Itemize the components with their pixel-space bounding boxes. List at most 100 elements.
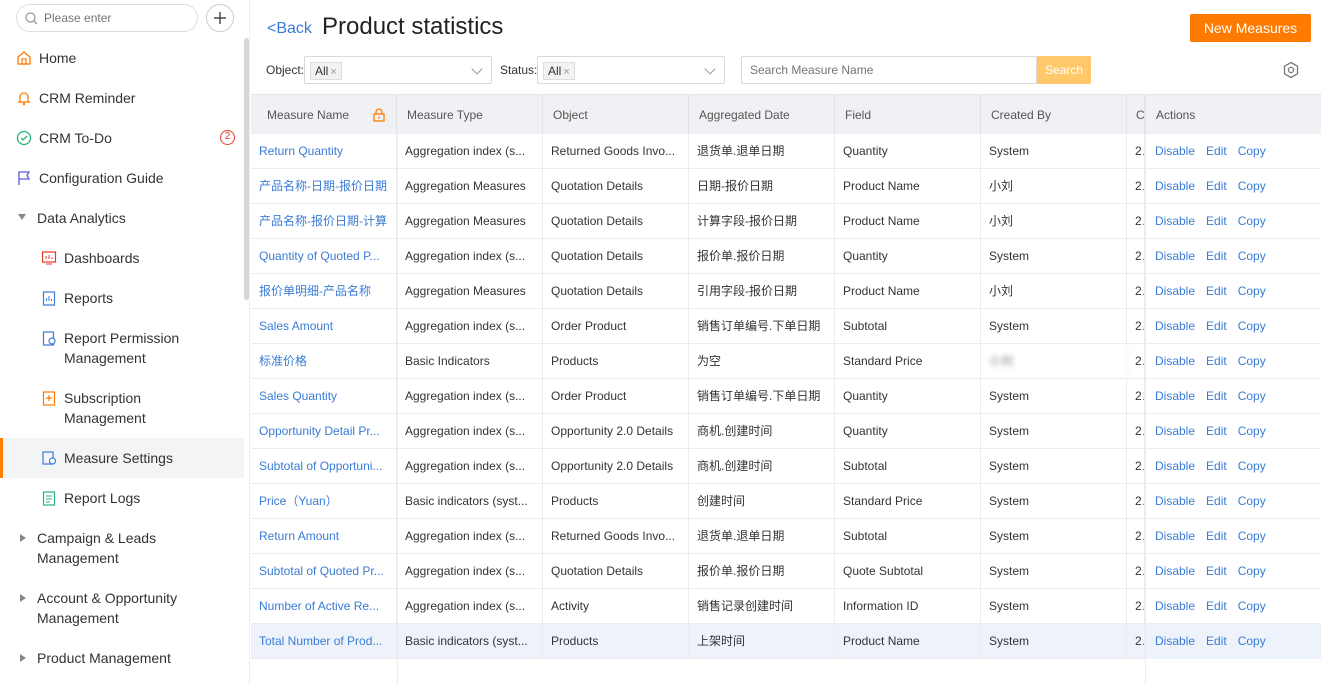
cell-by: System: [981, 414, 1127, 449]
disable-action[interactable]: Disable: [1155, 529, 1195, 543]
disable-action[interactable]: Disable: [1155, 494, 1195, 508]
flag-icon: [18, 171, 31, 185]
edit-action[interactable]: Edit: [1206, 424, 1227, 438]
search-button[interactable]: Search: [1037, 56, 1091, 84]
edit-action[interactable]: Edit: [1206, 354, 1227, 368]
sidebar-item-account-opportunity[interactable]: Account & Opportunity Management: [0, 588, 200, 628]
sidebar-scrollbar[interactable]: [244, 38, 249, 300]
copy-action[interactable]: Copy: [1238, 214, 1266, 228]
cell-name[interactable]: Subtotal of Quoted Pr...: [251, 554, 397, 589]
settings-icon[interactable]: [1282, 61, 1300, 79]
sidebar-item-subscription[interactable]: Subscription Management: [0, 388, 200, 428]
disable-action[interactable]: Disable: [1155, 319, 1195, 333]
sidebar-item-label: Account & Opportunity Management: [37, 590, 178, 626]
disable-action[interactable]: Disable: [1155, 424, 1195, 438]
copy-action[interactable]: Copy: [1238, 599, 1266, 613]
new-measures-button[interactable]: New Measures: [1190, 14, 1311, 42]
disable-action[interactable]: Disable: [1155, 564, 1195, 578]
sidebar-item-crm-todo[interactable]: CRM To-Do 2: [0, 128, 244, 148]
sidebar-item-measure-settings[interactable]: Measure Settings: [0, 438, 244, 478]
edit-action[interactable]: Edit: [1206, 249, 1227, 263]
cell-name[interactable]: Opportunity Detail Pr...: [251, 414, 397, 449]
lock-icon[interactable]: [372, 108, 386, 122]
copy-action[interactable]: Copy: [1238, 389, 1266, 403]
measure-search-input[interactable]: [742, 57, 1032, 83]
cell-c: 2(: [1127, 554, 1145, 589]
disable-action[interactable]: Disable: [1155, 249, 1195, 263]
cell-name[interactable]: 报价单明细-产品名称: [251, 274, 397, 309]
copy-action[interactable]: Copy: [1238, 249, 1266, 263]
measure-settings-icon: [42, 451, 57, 465]
copy-action[interactable]: Copy: [1238, 144, 1266, 158]
disable-action[interactable]: Disable: [1155, 599, 1195, 613]
cell-name[interactable]: Quantity of Quoted P...: [251, 239, 397, 274]
cell-name[interactable]: Sales Amount: [251, 309, 397, 344]
sidebar-item-report-permission[interactable]: Report Permission Management: [0, 328, 210, 368]
copy-action[interactable]: Copy: [1238, 634, 1266, 648]
cell-name[interactable]: Return Amount: [251, 519, 397, 554]
col-object: Object: [543, 95, 689, 135]
edit-action[interactable]: Edit: [1206, 389, 1227, 403]
cell-object: Activity: [543, 589, 689, 624]
edit-action[interactable]: Edit: [1206, 214, 1227, 228]
sidebar-item-reports[interactable]: Reports: [0, 288, 244, 308]
sidebar-item-configuration-guide[interactable]: Configuration Guide: [0, 168, 244, 188]
disable-action[interactable]: Disable: [1155, 354, 1195, 368]
edit-action[interactable]: Edit: [1206, 179, 1227, 193]
permission-icon: [42, 331, 56, 346]
disable-action[interactable]: Disable: [1155, 389, 1195, 403]
copy-action[interactable]: Copy: [1238, 424, 1266, 438]
copy-action[interactable]: Copy: [1238, 459, 1266, 473]
cell-name[interactable]: Sales Quantity: [251, 379, 397, 414]
cell-name[interactable]: 产品名称-日期-报价日期: [251, 169, 397, 204]
disable-action[interactable]: Disable: [1155, 214, 1195, 228]
close-icon[interactable]: ×: [330, 66, 336, 78]
cell-object: Quotation Details: [543, 274, 689, 309]
disable-action[interactable]: Disable: [1155, 284, 1195, 298]
disable-action[interactable]: Disable: [1155, 179, 1195, 193]
cell-name[interactable]: Total Number of Prod...: [251, 624, 397, 659]
copy-action[interactable]: Copy: [1238, 284, 1266, 298]
copy-action[interactable]: Copy: [1238, 494, 1266, 508]
copy-action[interactable]: Copy: [1238, 564, 1266, 578]
copy-action[interactable]: Copy: [1238, 179, 1266, 193]
status-filter-select[interactable]: All ×: [537, 56, 725, 84]
sidebar-item-home[interactable]: Home: [0, 48, 244, 68]
back-link[interactable]: <Back: [267, 20, 312, 38]
sidebar-item-campaign-leads[interactable]: Campaign & Leads Management: [0, 528, 200, 568]
sidebar-item-dashboards[interactable]: Dashboards: [0, 248, 244, 268]
copy-action[interactable]: Copy: [1238, 354, 1266, 368]
cell-name[interactable]: Return Quantity: [251, 134, 397, 169]
cell-name[interactable]: Number of Active Re...: [251, 589, 397, 624]
close-icon[interactable]: ×: [563, 66, 569, 78]
edit-action[interactable]: Edit: [1206, 564, 1227, 578]
edit-action[interactable]: Edit: [1206, 459, 1227, 473]
sidebar-search-input[interactable]: [44, 11, 184, 25]
sidebar-item-product-management[interactable]: Product Management: [0, 648, 244, 668]
disable-action[interactable]: Disable: [1155, 634, 1195, 648]
disable-action[interactable]: Disable: [1155, 459, 1195, 473]
edit-action[interactable]: Edit: [1206, 494, 1227, 508]
cell-name[interactable]: Price（Yuan）: [251, 484, 397, 519]
col-actions: Actions: [1145, 95, 1321, 135]
add-button[interactable]: [206, 4, 234, 32]
edit-action[interactable]: Edit: [1206, 599, 1227, 613]
edit-action[interactable]: Edit: [1206, 634, 1227, 648]
copy-action[interactable]: Copy: [1238, 319, 1266, 333]
cell-name[interactable]: 产品名称-报价日期-计算: [251, 204, 397, 239]
edit-action[interactable]: Edit: [1206, 319, 1227, 333]
cell-name[interactable]: 标准价格: [251, 344, 397, 379]
sidebar-item-data-analytics[interactable]: Data Analytics: [0, 208, 244, 228]
disable-action[interactable]: Disable: [1155, 144, 1195, 158]
col-label: Measure Name: [267, 108, 350, 122]
cell-field: Subtotal: [835, 449, 981, 484]
copy-action[interactable]: Copy: [1238, 529, 1266, 543]
sidebar-item-report-logs[interactable]: Report Logs: [0, 488, 244, 508]
edit-action[interactable]: Edit: [1206, 144, 1227, 158]
sidebar-item-crm-reminder[interactable]: CRM Reminder: [0, 88, 244, 108]
object-filter-select[interactable]: All ×: [304, 56, 492, 84]
edit-action[interactable]: Edit: [1206, 529, 1227, 543]
edit-action[interactable]: Edit: [1206, 284, 1227, 298]
sidebar-search[interactable]: [16, 4, 198, 32]
cell-name[interactable]: Subtotal of Opportuni...: [251, 449, 397, 484]
